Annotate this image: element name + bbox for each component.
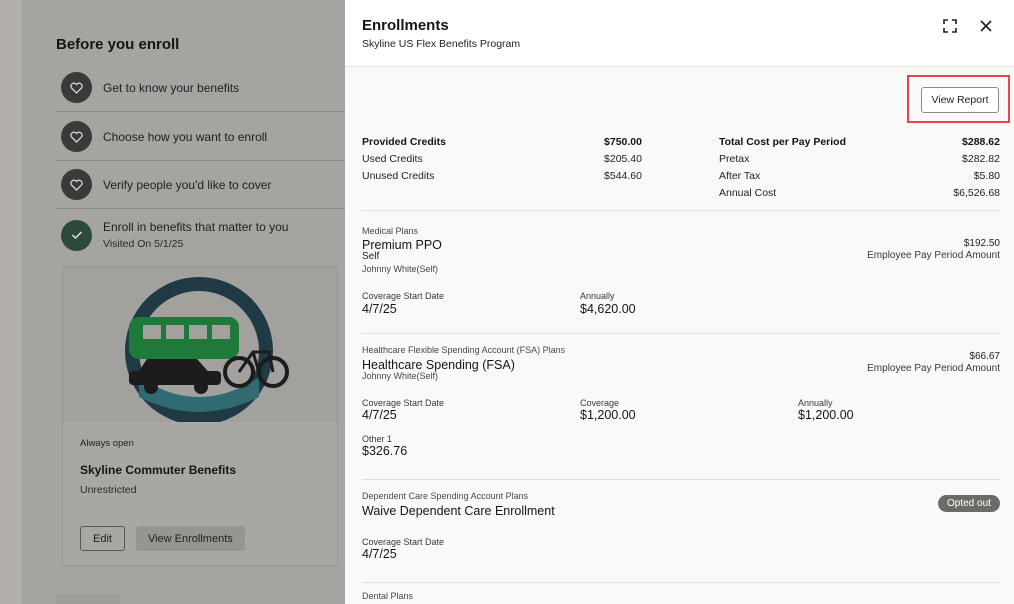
medical-annual-label: Annually [580,291,615,301]
fsa-plan-name: Healthcare Spending (FSA) [362,358,515,372]
pretax-value: $282.82 [962,153,1000,165]
commuter-benefits-card: Always open Skyline Commuter Benefits Un… [62,266,338,566]
medical-category: Medical Plans [362,226,419,236]
drawer-title: Enrollments [362,17,449,34]
provided-credits-label: Provided Credits [362,136,447,148]
fsa-other-label: Other 1 [362,434,393,444]
medical-plan-name: Premium PPO [362,238,442,252]
fsa-amount-label: Employee Pay Period Amount [867,363,1000,374]
step-label: Enroll in benefits that matter to you [103,220,289,234]
drawer-subtitle: Skyline US Flex Benefits Program [362,38,521,50]
divider [362,333,1000,334]
step-get-to-know[interactable]: Get to know your benefits [56,64,345,112]
divider [362,479,1000,480]
dependent-start-label: Coverage Start Date [362,537,445,547]
background-edge [0,0,22,604]
medical-annual-value: $4,620.00 [580,302,636,316]
total-cost-label: Total Cost per Pay Period [719,136,846,148]
provided-credits-value: $750.00 [604,136,642,148]
medical-start-value: 4/7/25 [362,302,397,316]
partial-card [56,594,120,604]
fsa-coverage-value: $1,200.00 [580,408,636,422]
step-label: Choose how you want to enroll [103,129,268,144]
divider [362,210,1000,211]
before-you-enroll-title: Before you enroll [56,36,180,53]
annual-cost-label: Annual Cost [719,187,777,199]
fsa-annual-label: Annually [798,398,833,408]
availability-tag: Always open [80,438,134,449]
card-title: Skyline Commuter Benefits [80,463,237,477]
fsa-amount: $66.67 [969,351,1000,362]
step-verify-people[interactable]: Verify people you'd like to cover [56,161,345,209]
heart-icon [61,72,92,103]
used-credits-label: Used Credits [362,153,423,165]
medical-amount-label: Employee Pay Period Amount [867,250,1000,261]
dependent-start-value: 4/7/25 [362,547,397,561]
fsa-start-value: 4/7/25 [362,408,397,422]
aftertax-value: $5.80 [973,170,1000,182]
check-icon [61,219,92,251]
fsa-covered-person: Johnny White(Self) [362,371,439,381]
medical-covered-person: Johnny White(Self) [362,264,439,274]
divider [362,582,1000,583]
medical-start-label: Coverage Start Date [362,291,445,301]
enrollments-drawer: Enrollments Skyline US Flex Benefits Pro… [345,0,1014,604]
step-enroll-benefits[interactable]: Enroll in benefits that matter to you Vi… [56,210,345,260]
step-visited-date: Visited On 5/1/25 [103,238,184,250]
unused-credits-label: Unused Credits [362,170,435,182]
edit-button[interactable]: Edit [80,526,125,551]
step-label: Verify people you'd like to cover [103,177,272,192]
view-report-button[interactable]: View Report [921,87,999,113]
step-label: Get to know your benefits [103,80,240,95]
fsa-annual-value: $1,200.00 [798,408,854,422]
unused-credits-value: $544.60 [604,170,642,182]
opted-out-badge: Opted out [938,495,1000,512]
fsa-category: Healthcare Flexible Spending Account (FS… [362,345,566,355]
pretax-label: Pretax [719,153,750,165]
step-text: Enroll in benefits that matter to you Vi… [103,220,288,250]
view-enrollments-button[interactable]: View Enrollments [135,526,245,551]
dependent-plan-name: Waive Dependent Care Enrollment [362,504,555,518]
view-report-highlight: View Report [907,75,1010,123]
fsa-start-label: Coverage Start Date [362,398,445,408]
used-credits-value: $205.40 [604,153,642,165]
dental-category: Dental Plans [362,591,414,601]
step-choose-how[interactable]: Choose how you want to enroll [56,113,345,161]
heart-icon [61,121,92,152]
medical-amount: $192.50 [963,238,1000,249]
dependent-category: Dependent Care Spending Account Plans [362,491,529,501]
annual-cost-value: $6,526.68 [953,187,1000,199]
medical-option: Self [362,251,380,262]
card-status: Unrestricted [80,484,137,496]
aftertax-label: After Tax [719,170,761,182]
fsa-coverage-label: Coverage [580,398,620,408]
fsa-other-value: $326.76 [362,444,408,458]
drawer-header: Enrollments Skyline US Flex Benefits Pro… [345,0,1014,67]
close-icon[interactable] [975,15,997,37]
commuter-image [63,267,337,422]
total-cost-value: $288.62 [962,136,1000,148]
heart-icon [61,169,92,200]
fullscreen-icon[interactable] [939,15,961,37]
